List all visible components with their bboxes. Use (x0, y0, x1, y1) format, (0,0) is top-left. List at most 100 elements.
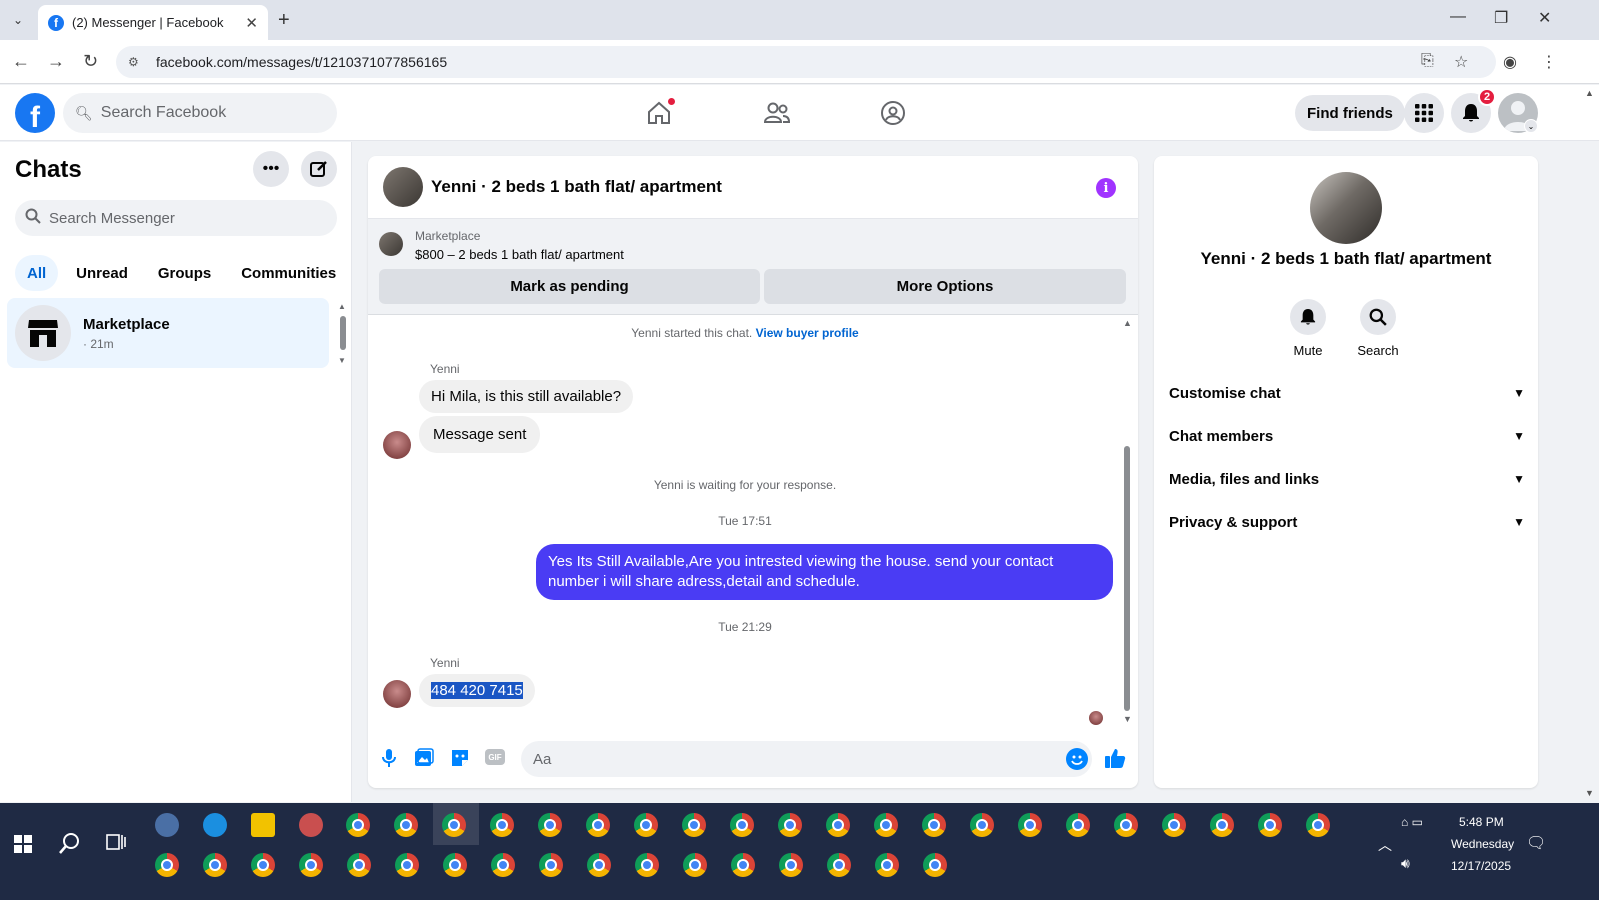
chat-scroll-down-icon[interactable]: ▼ (1123, 714, 1132, 724)
chrome-window-icon[interactable] (874, 813, 898, 837)
microphone-icon[interactable] (378, 747, 400, 769)
facebook-search-input[interactable]: 🔍︎ Search Facebook (63, 93, 337, 133)
view-buyer-profile-link[interactable]: View buyer profile (756, 326, 859, 340)
filter-unread[interactable]: Unread (64, 255, 140, 291)
incoming-message[interactable]: Message sent (419, 416, 541, 453)
minimize-icon[interactable]: — (1450, 8, 1466, 26)
chrome-window-icon[interactable] (826, 813, 850, 837)
chrome-window-icon[interactable] (443, 853, 467, 877)
scroll-up-icon[interactable]: ▲ (338, 302, 346, 311)
notification-center-icon[interactable]: 🗨︎ (1526, 833, 1546, 853)
gif-icon[interactable]: GIF (485, 749, 505, 765)
close-window-icon[interactable]: ✕ (1538, 8, 1551, 28)
chrome-window-icon[interactable] (922, 813, 946, 837)
new-message-icon[interactable] (301, 151, 337, 187)
message-input[interactable]: Aa (521, 741, 1092, 777)
chat-scroll-up-icon[interactable]: ▲ (1123, 318, 1132, 328)
sticker-icon[interactable] (449, 747, 471, 769)
search-in-chat-button[interactable]: Search (1348, 299, 1408, 358)
back-icon[interactable]: ← (12, 51, 30, 72)
find-friends-button[interactable]: Find friends (1295, 95, 1405, 131)
windows-start-icon[interactable] (14, 835, 32, 853)
chrome-window-icon[interactable] (1162, 813, 1186, 837)
page-scroll-down-icon[interactable]: ▼ (1585, 788, 1594, 798)
chrome-window-icon[interactable] (731, 853, 755, 877)
chrome-window-icon[interactable] (1258, 813, 1282, 837)
chrome-window-icon[interactable] (538, 813, 562, 837)
chrome-window-icon[interactable] (635, 853, 659, 877)
menu-grid-icon[interactable] (1404, 93, 1444, 133)
conversation-title[interactable]: Yenni · 2 beds 1 bath flat/ apartment (431, 177, 722, 197)
chrome-window-icon[interactable] (1210, 813, 1234, 837)
filter-groups[interactable]: Groups (146, 255, 223, 291)
incoming-message[interactable]: Hi Mila, is this still available? (419, 380, 634, 413)
thumbs-up-icon[interactable] (1104, 747, 1126, 769)
mute-button[interactable]: Mute (1278, 299, 1338, 358)
task-view-icon[interactable] (106, 833, 126, 856)
chrome-window-icon[interactable] (682, 813, 706, 837)
chrome-window-icon[interactable] (1114, 813, 1138, 837)
menu-kebab-icon[interactable]: ⋮ (1541, 52, 1557, 72)
chrome-window-icon[interactable] (1066, 813, 1090, 837)
chrome-window-icon[interactable] (203, 853, 227, 877)
selected-phone-number[interactable]: 484 420 7415 (431, 682, 523, 699)
privacy-support-section[interactable]: Privacy & support ▼ (1169, 502, 1525, 542)
chrome-window-icon[interactable] (394, 813, 418, 837)
emoji-icon[interactable] (1066, 748, 1088, 770)
clock-time[interactable]: 5:48 PM (1459, 815, 1504, 829)
chrome-window-icon[interactable] (587, 853, 611, 877)
chat-scroll-thumb[interactable] (1124, 446, 1130, 711)
conversation-avatar[interactable] (383, 167, 423, 207)
outgoing-message[interactable]: Yes Its Still Available,Are you intreste… (536, 544, 1113, 600)
chrome-window-icon[interactable] (539, 853, 563, 877)
tab-search-icon[interactable]: ⌄ (6, 9, 30, 31)
sender-avatar[interactable] (383, 680, 411, 708)
restore-icon[interactable]: ❐ (1494, 8, 1508, 28)
facebook-logo-icon[interactable]: f (15, 93, 55, 133)
chrome-window-icon[interactable] (346, 813, 370, 837)
page-scroll-up-icon[interactable]: ▲ (1585, 88, 1594, 98)
scroll-down-icon[interactable]: ▼ (338, 356, 346, 365)
chrome-window-icon[interactable] (730, 813, 754, 837)
chrome-window-icon[interactable] (347, 853, 371, 877)
address-bar[interactable]: ⚙ facebook.com/messages/t/12103710778561… (116, 46, 1496, 78)
more-options-icon[interactable]: ••• (253, 151, 289, 187)
sidebar-scrollbar[interactable]: ▲ ▼ (338, 302, 348, 368)
groups-icon[interactable] (879, 99, 907, 127)
tray-overflow-icon[interactable]: ︿ (1378, 835, 1392, 855)
chat-members-section[interactable]: Chat members ▼ (1169, 416, 1525, 456)
chrome-window-icon[interactable] (586, 813, 610, 837)
install-app-icon[interactable]: ⎘ (1421, 52, 1434, 70)
chrome-window-icon[interactable] (155, 853, 179, 877)
file-explorer-icon[interactable] (251, 813, 275, 837)
listing-price-title[interactable]: $800 – 2 beds 1 bath flat/ apartment (415, 247, 624, 262)
profile-icon[interactable]: ◉ (1503, 52, 1517, 72)
search-icon[interactable] (58, 831, 82, 860)
chrome-window-icon[interactable] (634, 813, 658, 837)
bookmark-star-icon[interactable]: ☆ (1454, 52, 1468, 72)
listing-thumbnail[interactable] (379, 232, 403, 256)
chrome-window-icon[interactable] (1018, 813, 1042, 837)
chrome-window-icon[interactable] (299, 853, 323, 877)
filter-communities[interactable]: Communities (229, 255, 348, 291)
site-info-icon[interactable]: ⚙ (128, 55, 146, 69)
chrome-window-icon[interactable] (491, 853, 515, 877)
computer-app-icon[interactable] (155, 813, 179, 837)
filter-all[interactable]: All (15, 255, 59, 291)
chrome-window-icon[interactable] (395, 853, 419, 877)
chrome-window-icon[interactable] (827, 853, 851, 877)
chrome-window-icon[interactable] (778, 813, 802, 837)
close-tab-icon[interactable]: ✕ (245, 14, 258, 32)
contact-avatar[interactable] (1310, 172, 1382, 244)
chrome-window-icon[interactable] (779, 853, 803, 877)
photo-icon[interactable] (413, 747, 435, 769)
chrome-window-icon[interactable] (875, 853, 899, 877)
forward-icon[interactable]: → (47, 51, 65, 72)
friends-icon[interactable] (763, 99, 791, 127)
browser-tab[interactable]: f (2) Messenger | Facebook ✕ (38, 5, 268, 40)
chrome-window-icon[interactable] (970, 813, 994, 837)
reload-icon[interactable]: ↻ (83, 51, 98, 72)
sender-avatar[interactable] (383, 431, 411, 459)
info-icon[interactable]: i (1096, 178, 1116, 198)
media-files-links-section[interactable]: Media, files and links ▼ (1169, 459, 1525, 499)
